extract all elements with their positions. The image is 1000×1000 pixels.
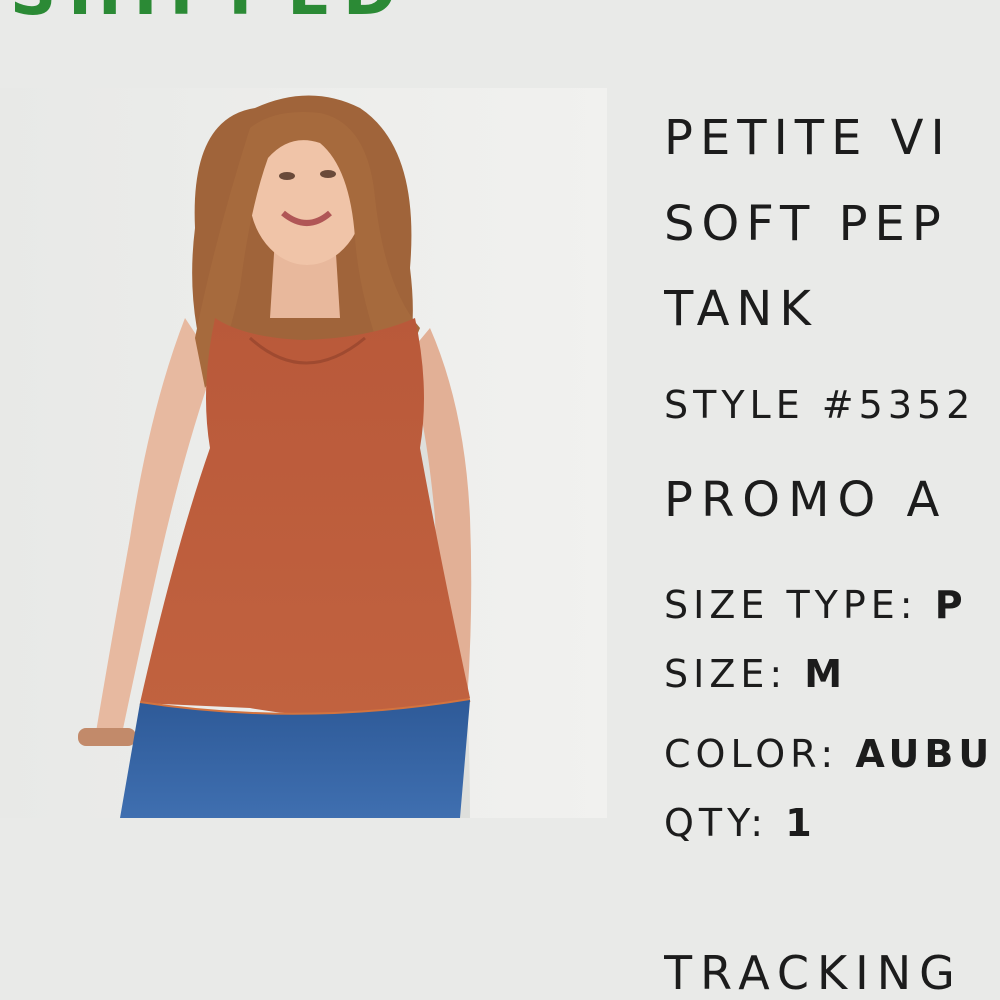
product-image[interactable] [0, 88, 607, 818]
size-value: M [804, 652, 848, 696]
product-details: PETITE VI SOFT PEP TANK STYLE #5352 PROM… [664, 0, 1000, 1000]
product-name-line-1[interactable]: PETITE VI [664, 114, 952, 162]
qty-label: QTY: [664, 801, 769, 845]
tracking-label[interactable]: TRACKING [664, 950, 963, 996]
qty-row: QTY: 1 [664, 804, 817, 842]
size-type-value: P [934, 583, 968, 627]
order-item-page: SHIPPED [0, 0, 1000, 1000]
color-label: COLOR: [664, 732, 839, 776]
style-number: STYLE #5352 [664, 383, 976, 427]
size-row: SIZE: M [664, 655, 847, 693]
size-type-row: SIZE TYPE: P [664, 586, 968, 624]
product-name-line-2[interactable]: SOFT PEP [664, 200, 948, 248]
product-photo-illustration [0, 88, 607, 818]
promo-text: PROMO A [664, 472, 948, 528]
color-row: COLOR: AUBU [664, 735, 994, 773]
size-label: SIZE: [664, 652, 788, 696]
order-status-heading: SHIPPED [10, 0, 408, 30]
product-name-line-3[interactable]: TANK [664, 285, 818, 333]
qty-value: 1 [785, 801, 817, 845]
color-value: AUBU [855, 732, 995, 776]
size-type-label: SIZE TYPE: [664, 583, 918, 627]
